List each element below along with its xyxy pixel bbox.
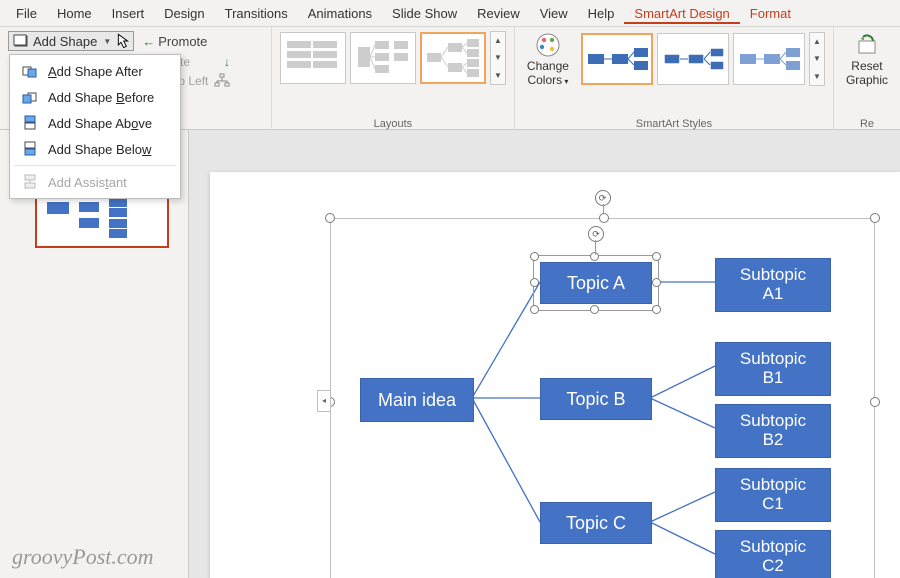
- sel-handle[interactable]: [590, 305, 599, 314]
- arrow-down-icon: ↓: [224, 55, 230, 69]
- topic-a-rotate[interactable]: ⟳: [588, 226, 604, 242]
- node-sub-c1[interactable]: SubtopicC1: [715, 468, 831, 522]
- cursor-icon: [117, 33, 133, 49]
- add-shape-before-label: Add Shape Before: [48, 90, 154, 105]
- layout-thumb-2[interactable]: [350, 32, 416, 84]
- styles-more[interactable]: ▲▼▼: [809, 32, 825, 86]
- style-thumb-2[interactable]: [657, 33, 729, 85]
- styles-gallery[interactable]: ▲▼▼: [581, 32, 825, 86]
- sel-handle[interactable]: [652, 278, 661, 287]
- menu-insert[interactable]: Insert: [102, 3, 155, 24]
- demote-fragment: te: [180, 55, 190, 69]
- add-shape-below-label: Add Shape Below: [48, 142, 151, 157]
- node-sub-c2[interactable]: SubtopicC2: [715, 530, 831, 578]
- node-sub-a1[interactable]: SubtopicA1: [715, 258, 831, 312]
- shape-after-icon: [22, 63, 38, 79]
- reset-icon: [853, 31, 881, 59]
- add-shape-above[interactable]: Add Shape Above: [10, 110, 180, 136]
- smartart-frame[interactable]: ⟳ ◂: [330, 218, 875, 578]
- ribbon-group-styles: Change Colors ▾ ▲▼▼ SmartArt Styles: [515, 27, 834, 133]
- add-shape-after-label: Add Shape After: [48, 64, 143, 79]
- node-topic-c[interactable]: Topic C: [540, 502, 652, 544]
- add-assistant: Add Assistant: [10, 169, 180, 195]
- menu-design[interactable]: Design: [154, 3, 214, 24]
- chevron-down-icon: ▼: [103, 37, 111, 46]
- menu-help[interactable]: Help: [578, 3, 625, 24]
- topic-a-selection: [533, 255, 659, 311]
- add-shape-button[interactable]: Add Shape ▼: [8, 31, 134, 51]
- node-main[interactable]: Main idea: [360, 378, 474, 422]
- change-colors-button[interactable]: Change Colors ▾: [523, 31, 573, 87]
- layouts-more[interactable]: ▲▼▼: [490, 31, 506, 85]
- ribbon-group-layouts: ▲▼▼ Layouts: [272, 27, 515, 133]
- shape-before-icon: [22, 89, 38, 105]
- add-assistant-label: Add Assistant: [48, 175, 127, 190]
- node-sub-b2[interactable]: SubtopicB2: [715, 404, 831, 458]
- slide-canvas[interactable]: ⟳ ◂: [210, 172, 900, 578]
- reset-graphic-button[interactable]: Reset Graphic: [842, 31, 892, 87]
- sel-handle[interactable]: [530, 278, 539, 287]
- arrow-left-icon: ←: [142, 34, 155, 49]
- menu-review[interactable]: Review: [467, 3, 530, 24]
- menu-transitions[interactable]: Transitions: [215, 3, 298, 24]
- add-shape-before[interactable]: Add Shape Before: [10, 84, 180, 110]
- node-topic-b[interactable]: Topic B: [540, 378, 652, 420]
- style-thumb-3[interactable]: [733, 33, 805, 85]
- add-shape-after[interactable]: Add Shape After: [10, 58, 180, 84]
- palette-icon: [534, 31, 562, 59]
- menu-animations[interactable]: Animations: [298, 3, 382, 24]
- menu-home[interactable]: Home: [47, 3, 102, 24]
- add-shape-above-label: Add Shape Above: [48, 116, 152, 131]
- menu-slideshow[interactable]: Slide Show: [382, 3, 467, 24]
- assistant-icon: [22, 174, 38, 190]
- layouts-gallery[interactable]: ▲▼▼: [280, 31, 506, 85]
- layout-icon[interactable]: [214, 73, 230, 89]
- ribbon-group-reset: Reset Graphic Re: [834, 27, 900, 133]
- menu-view[interactable]: View: [530, 3, 578, 24]
- style-thumb-1[interactable]: [581, 33, 653, 85]
- promote-button[interactable]: ← Promote: [142, 34, 207, 49]
- sel-handle[interactable]: [530, 252, 539, 261]
- add-shape-below[interactable]: Add Shape Below: [10, 136, 180, 162]
- dropdown-separator: [14, 165, 176, 166]
- menubar: File Home Insert Design Transitions Anim…: [0, 0, 900, 27]
- add-shape-dropdown: Add Shape After Add Shape Before Add Sha…: [9, 54, 181, 199]
- text-pane-toggle[interactable]: ◂: [317, 390, 331, 412]
- node-sub-b1[interactable]: SubtopicB1: [715, 342, 831, 396]
- menu-file[interactable]: File: [6, 3, 47, 24]
- menu-format[interactable]: Format: [740, 3, 801, 24]
- sel-handle[interactable]: [652, 252, 661, 261]
- promote-label: Promote: [158, 34, 207, 49]
- layout-thumb-1[interactable]: [280, 32, 346, 84]
- add-shape-label: Add Shape: [33, 34, 97, 49]
- sel-handle[interactable]: [652, 305, 661, 314]
- layout-thumb-3[interactable]: [420, 32, 486, 84]
- add-shape-icon: [13, 33, 29, 49]
- shape-below-icon: [22, 141, 38, 157]
- watermark: groovyPost.com: [12, 544, 154, 570]
- shape-above-icon: [22, 115, 38, 131]
- menu-smartart-design[interactable]: SmartArt Design: [624, 3, 739, 24]
- sel-handle[interactable]: [530, 305, 539, 314]
